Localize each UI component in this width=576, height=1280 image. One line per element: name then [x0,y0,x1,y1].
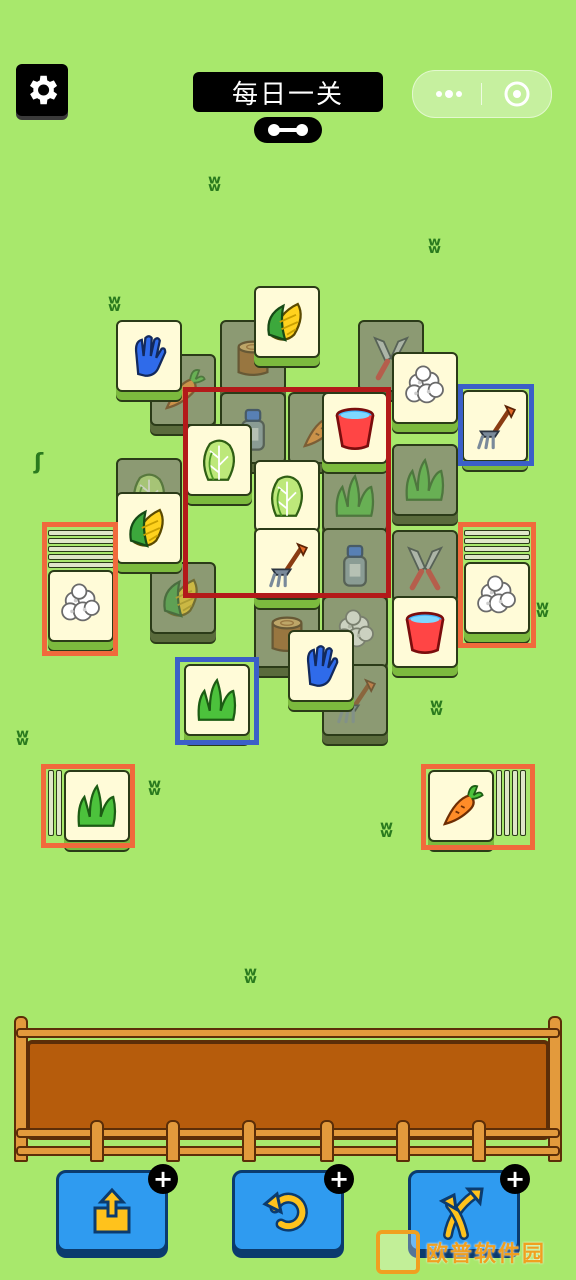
stack-edge [512,770,518,836]
grass-decoration: ʬ [380,818,393,843]
move-out-plus-badge[interactable]: + [148,1164,178,1194]
fence-post [242,1120,256,1162]
tile-spray [322,528,388,600]
stack-edge [464,530,530,536]
tile-corn [150,562,216,634]
fence-post [472,1120,486,1162]
stack-edge [464,554,530,560]
stack-edge [504,770,510,836]
undo-plus-badge[interactable]: + [324,1164,354,1194]
tile-grass[interactable] [184,664,250,736]
stack-edge [496,770,502,836]
tile-cauliflower[interactable] [48,570,114,642]
stack-edge [48,530,114,536]
fence-post [320,1120,334,1162]
stack-edge [48,562,114,568]
tile-cauliflower[interactable] [392,352,458,424]
grass-decoration: ʬ [428,234,441,259]
tile-shears [392,530,458,602]
tile-grass [322,460,388,532]
stack-edge [464,538,530,544]
tile-fork[interactable] [462,390,528,462]
grass-decoration: ʬ [16,726,29,751]
fence-post [166,1120,180,1162]
gear-icon [29,75,58,105]
tile-bucket[interactable] [322,392,388,464]
level-progress-indicator [254,117,322,143]
grass-decoration: ʃ [34,450,44,475]
shuffle-icon [438,1187,484,1240]
watermark-text: 欧普软件园 [426,1242,547,1267]
undo-icon [262,1191,308,1232]
tile-bucket[interactable] [392,596,458,668]
stack-edge [48,554,114,560]
tile-fork[interactable] [254,528,320,600]
grass-decoration: ʬ [208,172,221,197]
tile-corn[interactable] [254,286,320,358]
fence-post [396,1120,410,1162]
grass-decoration: ʬ [430,696,443,721]
move-out-icon [93,1187,131,1234]
watermark-logo [376,1230,420,1274]
more-dots-icon[interactable] [427,79,471,109]
tile-cabbage[interactable] [254,460,320,532]
tile-carrot[interactable] [428,770,494,842]
mini-program-capsule [412,70,552,118]
tile-cabbage[interactable] [186,424,252,496]
fence-rail [16,1028,560,1038]
grass-decoration: ʬ [536,598,549,623]
stack-edge [48,770,54,836]
stack-edge [464,546,530,552]
grass-decoration: ʬ [148,776,161,801]
tile-glove[interactable] [116,320,182,392]
stack-edge [48,546,114,552]
stack-edge [520,770,526,836]
tile-glove[interactable] [288,630,354,702]
shuffle-plus-badge[interactable]: + [500,1164,530,1194]
level-title: 每日一关 [193,72,383,112]
fence-post [90,1120,104,1162]
grass-decoration: ʬ [244,964,257,989]
tile-cauliflower[interactable] [464,562,530,634]
tile-corn[interactable] [116,492,182,564]
stack-edge [48,538,114,544]
target-close-icon[interactable] [497,79,537,109]
stack-edge [56,770,62,836]
grass-decoration: ʬ [108,292,121,317]
settings-button[interactable] [16,64,68,116]
tile-grass[interactable] [64,770,130,842]
tile-grass [392,444,458,516]
